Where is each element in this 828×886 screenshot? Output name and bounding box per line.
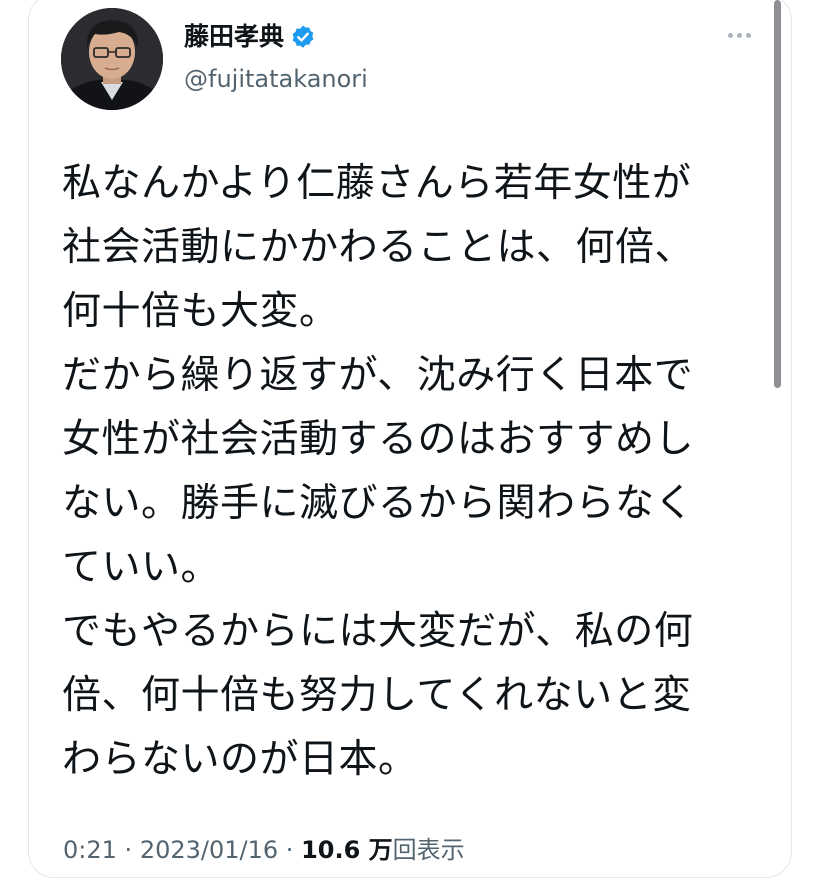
avatar-image (61, 8, 163, 110)
more-dot (745, 32, 751, 38)
tweet-text: 私なんかより仁藤さんら若年女性が 社会活動にかかわることは、何倍、 何十倍も大変… (62, 161, 695, 782)
author-display-name[interactable]: 藤田孝典 (184, 22, 284, 52)
scrollbar[interactable] (774, 0, 781, 388)
meta-separator: · (124, 836, 133, 864)
author-handle[interactable]: @fujitatakanori (184, 64, 368, 94)
more-dot (727, 32, 733, 38)
verified-badge-icon (290, 24, 316, 50)
view-label: 回表示 (392, 836, 465, 864)
more-dot (736, 32, 742, 38)
more-options-icon[interactable] (722, 20, 756, 50)
tweet-time[interactable]: 0:21 (63, 836, 117, 864)
tweet-date[interactable]: 2023/01/16 (140, 836, 278, 864)
view-count: 10.6 万 (301, 836, 393, 864)
avatar[interactable] (61, 8, 163, 110)
tweet-metadata: 0:21 · 2023/01/16 · 10.6 万回表示 (63, 833, 465, 867)
author-name-row[interactable]: 藤田孝典 (184, 22, 316, 52)
meta-separator: · (285, 836, 294, 864)
